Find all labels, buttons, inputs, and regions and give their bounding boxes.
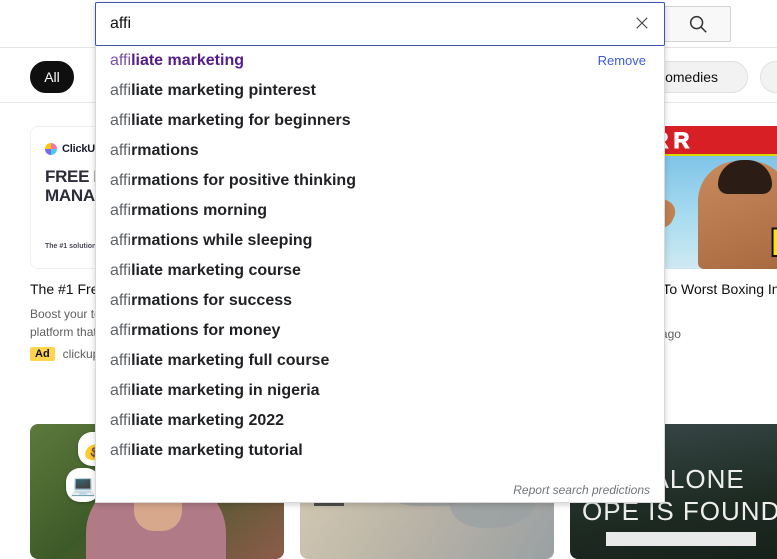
page-scrollbar[interactable] <box>771 0 777 559</box>
search-suggestions-list: affiliate marketing Remove affiliate marke… <box>96 46 664 466</box>
suggestion-text: affiliate marketing full course <box>110 346 329 376</box>
suggestion-text: affiliate marketing 2022 <box>110 406 284 436</box>
suggestion-item[interactable]: affiliate marketing Remove <box>96 46 664 76</box>
thumb-text-bar <box>606 532 756 546</box>
suggestion-completion: liate marketing in nigeria <box>131 382 320 399</box>
suggestion-matched-prefix: affi <box>110 172 132 189</box>
clickup-mark-icon <box>45 143 57 155</box>
suggestion-matched-prefix: affi <box>110 112 132 129</box>
suggestion-item[interactable]: affiliate marketing for beginners <box>96 106 664 136</box>
suggestion-completion: liate marketing tutorial <box>131 442 303 459</box>
search-box <box>95 2 665 46</box>
suggestion-item[interactable]: affiliate marketing tutorial <box>96 436 664 466</box>
suggestion-matched-prefix: affi <box>110 232 132 249</box>
suggestion-text: affirmations for success <box>110 286 292 316</box>
suggestion-completion: liate marketing <box>131 52 244 69</box>
search-submit-button[interactable] <box>665 6 731 42</box>
suggestion-text: affirmations morning <box>110 196 267 226</box>
suggestion-matched-prefix: affi <box>110 352 132 369</box>
suggestion-completion: rmations while sleeping <box>131 232 313 249</box>
suggestion-matched-prefix: affi <box>110 442 132 459</box>
suggestion-matched-prefix: affi <box>110 202 132 219</box>
suggestion-matched-prefix: affi <box>110 382 132 399</box>
suggestion-completion: liate marketing 2022 <box>131 412 285 429</box>
suggestion-matched-prefix: affi <box>110 142 132 159</box>
suggestion-matched-prefix: affi <box>110 82 132 99</box>
suggestion-completion: rmations <box>131 142 199 159</box>
youtube-search-page: All Comedies ClickUp FREE PROJECT MANAGE… <box>0 0 777 559</box>
suggestion-matched-prefix: affi <box>110 322 132 339</box>
suggestion-item[interactable]: affirmations while sleeping <box>96 226 664 256</box>
suggestion-text: affirmations for money <box>110 316 280 346</box>
suggestion-item[interactable]: affiliate marketing in nigeria <box>96 376 664 406</box>
suggestion-text: affiliate marketing course <box>110 256 301 286</box>
suggestion-completion: rmations for success <box>131 292 293 309</box>
clickup-logo: ClickUp <box>45 143 102 155</box>
suggestion-text: affirmations for positive thinking <box>110 166 356 196</box>
suggestion-item[interactable]: affiliate marketing course <box>96 256 664 286</box>
suggestion-item[interactable]: affirmations morning <box>96 196 664 226</box>
suggestion-item[interactable]: affiliate marketing pinterest <box>96 76 664 106</box>
suggestion-item[interactable]: affiliate marketing full course <box>96 346 664 376</box>
suggestion-item[interactable]: affirmations for success <box>96 286 664 316</box>
suggestion-completion: rmations morning <box>131 202 268 219</box>
suggestion-completion: liate marketing for beginners <box>131 112 351 129</box>
suggestion-matched-prefix: affi <box>110 292 132 309</box>
suggestion-completion: liate marketing pinterest <box>131 82 317 99</box>
suggestion-text: affiliate marketing <box>110 46 244 76</box>
suggestion-item[interactable]: affirmations for positive thinking <box>96 166 664 196</box>
suggestion-text: affiliate marketing for beginners <box>110 106 351 136</box>
suggestion-matched-prefix: affi <box>110 412 132 429</box>
suggestion-matched-prefix: affi <box>110 52 132 69</box>
suggestion-text: affiliate marketing pinterest <box>110 76 316 106</box>
remove-suggestion-link[interactable]: Remove <box>598 46 646 76</box>
suggestion-completion: rmations for money <box>131 322 281 339</box>
ad-badge: Ad <box>30 347 55 361</box>
suggestion-item[interactable]: affirmations for money <box>96 316 664 346</box>
suggestion-item[interactable]: affirmations <box>96 136 664 166</box>
suggestion-text: affirmations while sleeping <box>110 226 312 256</box>
search-input[interactable] <box>96 15 620 33</box>
clear-search-button[interactable] <box>620 3 664 45</box>
suggestion-text: affiliate marketing tutorial <box>110 436 303 466</box>
suggestion-item[interactable]: affiliate marketing 2022 <box>96 406 664 436</box>
report-search-predictions-link[interactable]: Report search predictions <box>513 483 650 497</box>
search-icon <box>687 13 709 35</box>
close-icon <box>633 14 651 35</box>
suggestion-text: affirmations <box>110 136 199 166</box>
suggestion-completion: rmations for positive thinking <box>131 172 356 189</box>
chip-all[interactable]: All <box>30 61 74 93</box>
search-suggestions-panel: affiliate marketing Remove affiliate marke… <box>95 2 665 503</box>
suggestion-completion: liate marketing course <box>131 262 301 279</box>
suggestion-completion: liate marketing full course <box>131 352 330 369</box>
suggestion-matched-prefix: affi <box>110 262 132 279</box>
suggestion-text: affiliate marketing in nigeria <box>110 376 320 406</box>
